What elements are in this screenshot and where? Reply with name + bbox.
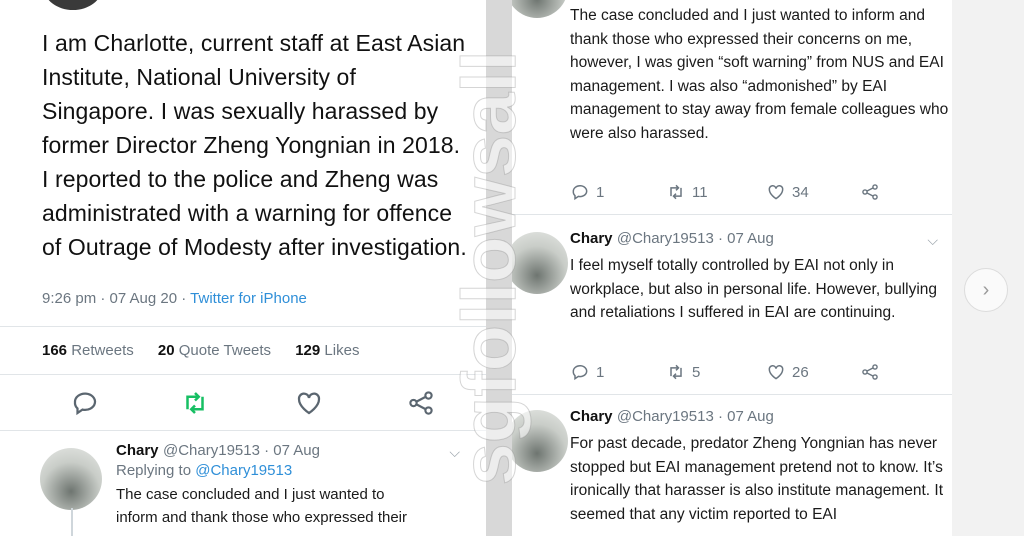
retweet-icon [670,364,682,380]
like-action[interactable]: 26 [766,360,809,384]
heart-icon[interactable] [294,388,324,418]
tweet-header: Chary @Chary19513 · 07 Aug [570,408,774,426]
tweet-text: The case concluded and I just wanted to … [570,7,949,142]
likes-stat[interactable]: 129 Likes [295,342,369,359]
reply-action[interactable]: 1 [570,360,604,384]
left-tweet-panel: I am Charlotte, current staff at East As… [0,0,486,536]
chevron-right-icon: › [982,278,990,301]
reply-icon [572,365,588,381]
reply-text-line: inform and thank those who expressed the… [116,509,407,526]
reply-tweet[interactable]: Chary @Chary19513 · 07 Aug Replying to @… [116,442,476,529]
retweets-stat[interactable]: 166 Retweets [42,342,144,359]
tweet-source-link[interactable]: Twitter for iPhone [190,290,307,307]
author-handle[interactable]: @Chary19513 · 07 Aug [163,442,320,459]
heart-icon [768,184,784,200]
tweet-text: For past decade, predator Zheng Yongnian… [570,435,944,523]
tweet-actions [42,388,462,420]
share-icon[interactable] [406,388,436,418]
avatar[interactable] [44,0,102,10]
author-handle[interactable]: @Chary19513 · 07 Aug [617,230,774,247]
reply-action[interactable]: 1 [570,180,604,204]
right-tweet-panel: The case concluded and I just wanted to … [512,0,952,536]
author-name[interactable]: Chary [570,408,613,425]
reply-text-line: The case concluded and I just wanted to [116,486,385,503]
tweet-timestamp: 9:26 pm · 07 Aug 20 · Twitter for iPhone [42,290,307,307]
tweet-actions: 1 5 26 [570,360,900,384]
retweet-icon [670,184,682,200]
retweet-action[interactable]: 11 [666,180,708,204]
author-name[interactable]: Chary [570,230,613,247]
avatar[interactable] [40,448,102,510]
reply-icon [572,185,588,201]
divider [512,214,952,215]
tweet-actions: 1 11 34 [570,180,900,204]
author-name[interactable]: Chary [116,442,159,459]
share-action[interactable] [860,180,880,204]
replying-to-link[interactable]: @Chary19513 [195,462,292,479]
chevron-down-icon[interactable]: ⌵ [927,232,938,249]
tweet-stats: 166 Retweets 20 Quote Tweets 129 Likes [42,342,379,359]
reply-icon[interactable] [70,388,100,418]
thread-line [71,508,73,536]
retweet-action[interactable]: 5 [666,360,700,384]
watermark: sgfollowsall [455,50,533,486]
share-icon [862,364,878,380]
like-action[interactable]: 34 [766,180,809,204]
main-tweet-text: I am Charlotte, current staff at East As… [42,30,467,260]
retweet-icon[interactable] [180,388,210,418]
replying-to: Replying to @Chary19513 [116,462,293,479]
tweet-time: 9:26 pm · 07 Aug 20 · [42,290,191,307]
divider [0,430,486,431]
watermark-text: sgfollowsall [455,51,532,486]
next-button[interactable]: › [964,268,1008,312]
author-handle[interactable]: @Chary19513 · 07 Aug [617,408,774,425]
quotes-stat[interactable]: 20 Quote Tweets [158,342,281,359]
tweet-text: I feel myself totally controlled by EAI … [570,257,938,321]
heart-icon [768,364,784,380]
divider [0,374,486,375]
share-action[interactable] [860,360,880,384]
divider [0,326,486,327]
tweet-header: Chary @Chary19513 · 07 Aug [570,230,774,248]
divider [512,394,952,395]
share-icon [862,184,878,200]
